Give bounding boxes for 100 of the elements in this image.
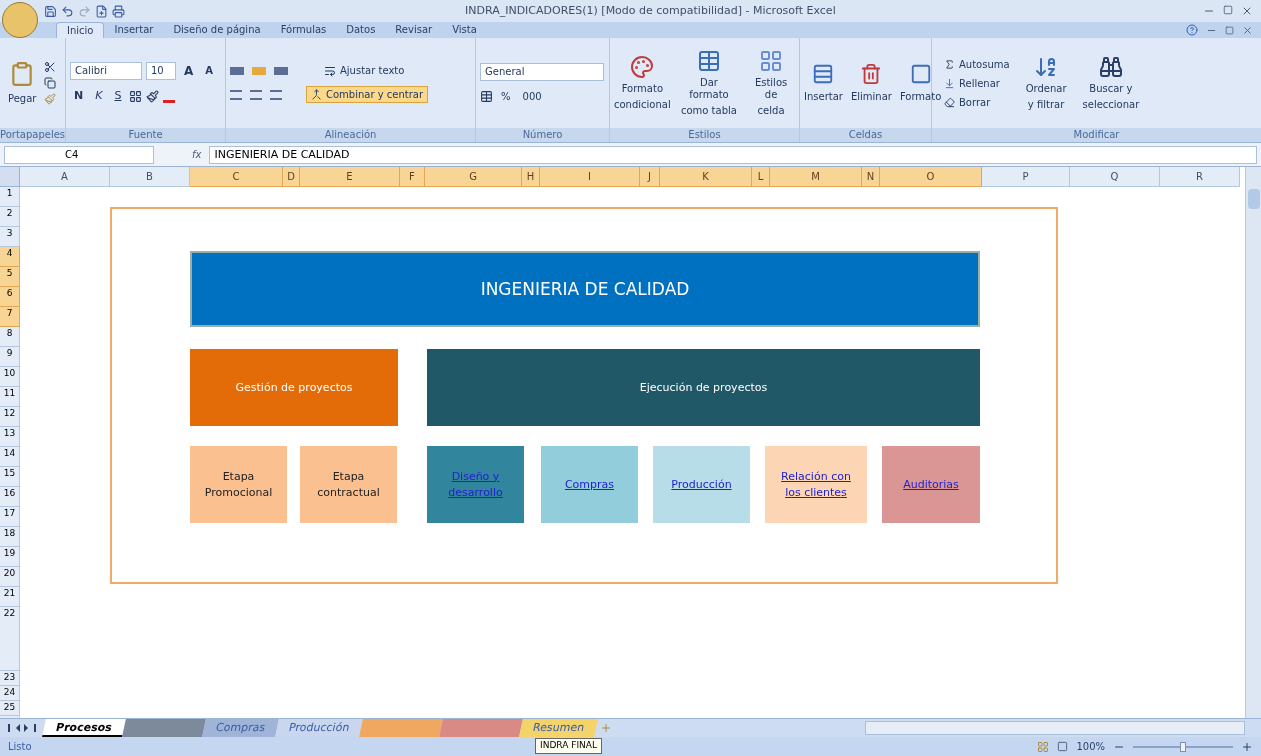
process-shape[interactable]: Auditorias	[882, 446, 980, 523]
bold-button[interactable]: N	[70, 87, 88, 105]
row-header[interactable]: 10	[0, 367, 20, 387]
sheet-tab[interactable]: Resumen	[519, 719, 599, 737]
paste-button[interactable]: Pegar	[4, 60, 41, 106]
formula-field[interactable]: INGENIERIA DE CALIDAD	[209, 145, 1257, 164]
undo-icon[interactable]	[61, 4, 74, 18]
zoom-level[interactable]: 100%	[1076, 739, 1105, 754]
ribbon-tab[interactable]: Vista	[442, 22, 487, 38]
office-button[interactable]	[2, 2, 38, 38]
row-header[interactable]: 18	[0, 527, 20, 547]
vertical-scrollbar[interactable]	[1245, 167, 1261, 718]
close-icon[interactable]	[1241, 5, 1253, 17]
last-sheet-icon[interactable]	[32, 724, 36, 732]
sheet-tab[interactable]	[121, 719, 206, 737]
row-header[interactable]: 22	[0, 607, 20, 671]
grow-font-button[interactable]: A	[180, 61, 198, 80]
column-header[interactable]: H	[522, 167, 540, 187]
process-shape[interactable]: Relación con los clientes	[765, 446, 867, 523]
column-header[interactable]: E	[300, 167, 400, 187]
column-header[interactable]: M	[770, 167, 862, 187]
styles-button[interactable]: Dar formato como tabla	[674, 49, 744, 117]
font-name-field[interactable]: Calibri	[70, 61, 142, 80]
copy-icon[interactable]	[44, 77, 57, 89]
column-header[interactable]: L	[752, 167, 770, 187]
styles-button[interactable]: Estilos de celda	[743, 49, 799, 117]
column-header[interactable]: G	[425, 167, 522, 187]
fill-color-icon[interactable]	[146, 89, 160, 103]
column-header[interactable]: R	[1160, 167, 1240, 187]
column-header[interactable]: P	[982, 167, 1070, 187]
styles-button[interactable]: Formato condicional	[610, 55, 675, 111]
row-header[interactable]: 8	[0, 327, 20, 347]
row-header[interactable]: 9	[0, 347, 20, 367]
zoom-in-icon[interactable]	[1241, 740, 1253, 753]
ribbon-tab[interactable]: Datos	[336, 22, 386, 38]
sheet-tab[interactable]: Procesos	[42, 719, 126, 737]
ribbon-tab[interactable]: Insertar	[104, 22, 164, 38]
align-left-icon[interactable]	[230, 89, 242, 100]
font-size-field[interactable]: 10	[146, 61, 176, 80]
help-icon[interactable]	[1186, 24, 1198, 36]
row-header[interactable]: 25	[0, 701, 20, 716]
horizontal-scrollbar[interactable]	[865, 721, 1245, 735]
row-header[interactable]: 12	[0, 407, 20, 427]
close-icon[interactable]	[1242, 24, 1253, 36]
row-header[interactable]: 19	[0, 547, 20, 567]
row-header[interactable]: 15	[0, 467, 20, 487]
row-header[interactable]: 4	[0, 247, 20, 267]
prev-sheet-icon[interactable]	[16, 724, 20, 732]
row-header[interactable]: 2	[0, 207, 20, 227]
normal-view-icon[interactable]	[1037, 740, 1050, 753]
merge-center-button[interactable]: Combinar y centrar	[306, 86, 429, 103]
column-header[interactable]: D	[283, 167, 300, 187]
row-header[interactable]: 1	[0, 187, 20, 207]
align-top-icon[interactable]	[230, 66, 244, 75]
column-header[interactable]: I	[540, 167, 640, 187]
save-icon[interactable]	[44, 4, 57, 18]
function-label[interactable]: fx	[192, 147, 202, 162]
thousands-button[interactable]: 000	[518, 88, 546, 104]
ribbon-tab[interactable]: Diseño de página	[163, 22, 271, 38]
row-header[interactable]: 14	[0, 447, 20, 467]
column-header[interactable]: J	[640, 167, 660, 187]
row-header[interactable]: 6	[0, 287, 20, 307]
sheet-tab[interactable]: Producción	[274, 719, 363, 737]
shrink-font-button[interactable]: A	[201, 63, 218, 79]
process-shape[interactable]: Producción	[653, 446, 750, 523]
print-preview-icon[interactable]	[112, 4, 125, 18]
column-header[interactable]: F	[400, 167, 425, 187]
borders-icon[interactable]	[129, 89, 143, 103]
number-format-field[interactable]: General	[480, 62, 604, 81]
row-header[interactable]: 17	[0, 507, 20, 527]
italic-button[interactable]: K	[91, 87, 107, 105]
ribbon-tab[interactable]: Fórmulas	[270, 22, 337, 38]
new-file-icon[interactable]	[95, 4, 108, 18]
row-header[interactable]: 21	[0, 587, 20, 607]
column-header[interactable]: C	[190, 167, 283, 187]
restore-icon[interactable]	[1225, 25, 1234, 35]
next-sheet-icon[interactable]	[24, 724, 28, 732]
column-header[interactable]: A	[20, 167, 110, 187]
row-header[interactable]: 23	[0, 671, 20, 686]
editing-button[interactable]: Buscar y seleccionar	[1078, 55, 1144, 111]
column-header[interactable]: O	[880, 167, 982, 187]
row-header[interactable]: 11	[0, 387, 20, 407]
zoom-slider-thumb[interactable]	[1180, 741, 1186, 752]
underline-button[interactable]: S	[110, 87, 126, 105]
cells-button[interactable]: Eliminar	[846, 62, 896, 104]
align-center-icon[interactable]	[250, 89, 262, 100]
font-color-icon[interactable]	[163, 99, 176, 103]
column-header[interactable]: K	[660, 167, 752, 187]
row-header[interactable]: 20	[0, 567, 20, 587]
page-layout-icon[interactable]	[1057, 741, 1069, 752]
format-painter-icon[interactable]	[44, 93, 57, 105]
percent-button[interactable]: %	[497, 88, 515, 104]
row-header[interactable]: 13	[0, 427, 20, 447]
row-header[interactable]: 7	[0, 307, 20, 327]
ribbon-tab[interactable]: Inicio	[56, 22, 105, 38]
ribbon-tab[interactable]: Revisar	[385, 22, 443, 38]
cut-icon[interactable]	[44, 61, 57, 73]
row-header[interactable]: 16	[0, 487, 20, 507]
wrap-text-button[interactable]: Ajustar texto	[320, 63, 409, 78]
column-header[interactable]: B	[110, 167, 190, 187]
